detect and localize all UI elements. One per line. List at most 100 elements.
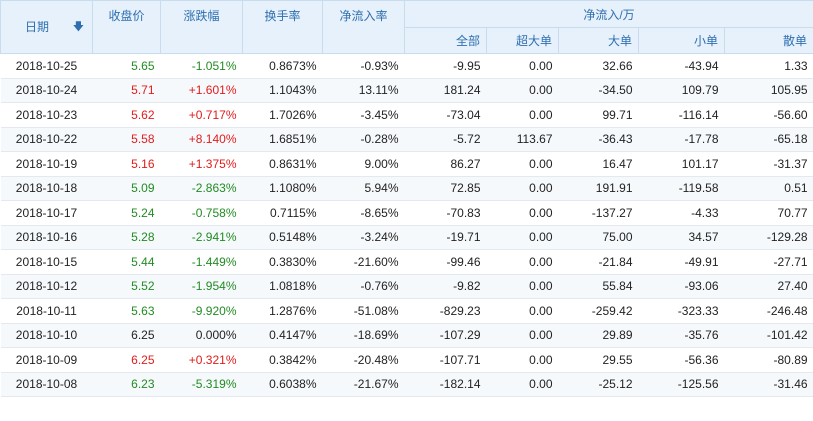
cell-large: 55.84 <box>558 274 639 299</box>
table-row[interactable]: 2018-10-12 5.52 -1.954% 1.0818% -0.76% -9.82 0… <box>0 274 813 299</box>
cell-change: +1.601% <box>160 78 243 103</box>
cell-retail: -246.48 <box>724 298 813 324</box>
cell-turnover: 1.0818% <box>242 274 323 299</box>
cell-retail: 27.40 <box>724 274 813 299</box>
col-header-net-inflow-rate[interactable]: 净流入率 <box>322 0 405 54</box>
col-header-large[interactable]: 大单 <box>558 27 639 54</box>
cell-super-large: 0.00 <box>486 102 559 128</box>
table-row[interactable]: 2018-10-22 5.58 +8.140% 1.6851% -0.28% -5.72 1… <box>0 127 813 152</box>
table-row[interactable]: 2018-10-23 5.62 +0.717% 1.7026% -3.45% -73.04… <box>0 102 813 128</box>
cell-close: 5.58 <box>92 127 161 152</box>
cell-net-inflow-rate: -21.67% <box>322 372 405 397</box>
cell-turnover: 0.6038% <box>242 372 323 397</box>
cell-change: -2.941% <box>160 225 243 250</box>
cell-super-large: 0.00 <box>486 53 559 79</box>
cell-super-large: 0.00 <box>486 298 559 324</box>
cell-change: -9.920% <box>160 298 243 324</box>
col-header-change[interactable]: 涨跌幅 <box>160 0 243 54</box>
cell-change: -2.863% <box>160 176 243 201</box>
cell-small: -49.91 <box>638 249 725 275</box>
table-row[interactable]: 2018-10-25 5.65 -1.051% 0.8673% -0.93% -9.95 0… <box>0 53 813 79</box>
col-header-turnover[interactable]: 换手率 <box>242 0 323 54</box>
cell-date: 2018-10-24 <box>0 78 93 103</box>
cell-turnover: 1.2876% <box>242 298 323 324</box>
cell-change: -1.954% <box>160 274 243 299</box>
cell-small: -116.14 <box>638 102 725 128</box>
cell-retail: 70.77 <box>724 200 813 226</box>
cell-all: -182.14 <box>404 372 487 397</box>
cell-close: 5.62 <box>92 102 161 128</box>
table-body: 2018-10-25 5.65 -1.051% 0.8673% -0.93% -9.95 0… <box>0 53 813 397</box>
cell-close: 6.25 <box>92 323 161 348</box>
cell-retail: -31.37 <box>724 151 813 177</box>
cell-turnover: 0.3842% <box>242 347 323 373</box>
cell-retail: 0.51 <box>724 176 813 201</box>
cell-large: 75.00 <box>558 225 639 250</box>
table-row[interactable]: 2018-10-18 5.09 -2.863% 1.1080% 5.94% 72.85 0.… <box>0 176 813 201</box>
cell-net-inflow-rate: -3.24% <box>322 225 405 250</box>
table-row[interactable]: 2018-10-10 6.25 0.000% 0.4147% -18.69% -107.2… <box>0 323 813 348</box>
table-row[interactable]: 2018-10-19 5.16 +1.375% 0.8631% 9.00% 86.27 0.… <box>0 151 813 177</box>
col-header-close[interactable]: 收盘价 <box>92 0 161 54</box>
cell-close: 6.23 <box>92 372 161 397</box>
cell-close: 5.71 <box>92 78 161 103</box>
cell-turnover: 0.3830% <box>242 249 323 275</box>
cell-change: -1.051% <box>160 53 243 79</box>
cell-small: -323.33 <box>638 298 725 324</box>
cell-retail: -31.46 <box>724 372 813 397</box>
cell-all: -5.72 <box>404 127 487 152</box>
cell-small: -17.78 <box>638 127 725 152</box>
cell-date: 2018-10-11 <box>0 298 93 324</box>
table-row[interactable]: 2018-10-15 5.44 -1.449% 0.3830% -21.60% -99.4… <box>0 249 813 275</box>
cell-large: 16.47 <box>558 151 639 177</box>
table-row[interactable]: 2018-10-11 5.63 -9.920% 1.2876% -51.08% -829.… <box>0 298 813 324</box>
cell-close: 5.24 <box>92 200 161 226</box>
table-row[interactable]: 2018-10-09 6.25 +0.321% 0.3842% -20.48% -107.… <box>0 347 813 373</box>
cell-all: -73.04 <box>404 102 487 128</box>
sort-desc-icon[interactable]: 🡇 <box>73 18 84 37</box>
cell-small: -125.56 <box>638 372 725 397</box>
cell-net-inflow-rate: -8.65% <box>322 200 405 226</box>
cell-super-large: 0.00 <box>486 200 559 226</box>
cell-large: 32.66 <box>558 53 639 79</box>
col-header-retail[interactable]: 散单 <box>723 27 813 54</box>
cell-change: +0.717% <box>160 102 243 128</box>
cell-turnover: 1.6851% <box>242 127 323 152</box>
col-header-small[interactable]: 小单 <box>638 27 725 54</box>
cell-net-inflow-rate: -51.08% <box>322 298 405 324</box>
cell-large: 99.71 <box>558 102 639 128</box>
cell-all: -107.71 <box>404 347 487 373</box>
cell-net-inflow-rate: 13.11% <box>322 78 405 103</box>
cell-turnover: 0.5148% <box>242 225 323 250</box>
cell-change: -1.449% <box>160 249 243 275</box>
cell-small: 101.17 <box>638 151 725 177</box>
cell-date: 2018-10-10 <box>0 323 93 348</box>
col-header-date[interactable]: 日期 🡇 <box>0 0 93 54</box>
cell-turnover: 1.7026% <box>242 102 323 128</box>
cell-retail: 105.95 <box>724 78 813 103</box>
cell-retail: -80.89 <box>724 347 813 373</box>
table-row[interactable]: 2018-10-24 5.71 +1.601% 1.1043% 13.11% 181.24… <box>0 78 813 103</box>
cell-all: 72.85 <box>404 176 487 201</box>
table-row[interactable]: 2018-10-17 5.24 -0.758% 0.7115% -8.65% -70.83… <box>0 200 813 226</box>
cell-net-inflow-rate: -21.60% <box>322 249 405 275</box>
cell-date: 2018-10-15 <box>0 249 93 275</box>
cell-date: 2018-10-09 <box>0 347 93 373</box>
col-header-all[interactable]: 全部 <box>404 27 487 54</box>
cell-close: 5.52 <box>92 274 161 299</box>
cell-all: -9.95 <box>404 53 487 79</box>
cell-small: -93.06 <box>638 274 725 299</box>
cell-change: +1.375% <box>160 151 243 177</box>
cell-close: 5.44 <box>92 249 161 275</box>
cell-all: -70.83 <box>404 200 487 226</box>
cell-turnover: 1.1080% <box>242 176 323 201</box>
cell-date: 2018-10-22 <box>0 127 93 152</box>
cell-change: 0.000% <box>160 323 243 348</box>
table-row[interactable]: 2018-10-08 6.23 -5.319% 0.6038% -21.67% -182.… <box>0 372 813 397</box>
cell-change: +8.140% <box>160 127 243 152</box>
table-row[interactable]: 2018-10-16 5.28 -2.941% 0.5148% -3.24% -19.71… <box>0 225 813 250</box>
cell-all: -19.71 <box>404 225 487 250</box>
cell-retail: -56.60 <box>724 102 813 128</box>
cell-all: -9.82 <box>404 274 487 299</box>
col-header-super-large[interactable]: 超大单 <box>486 27 559 54</box>
